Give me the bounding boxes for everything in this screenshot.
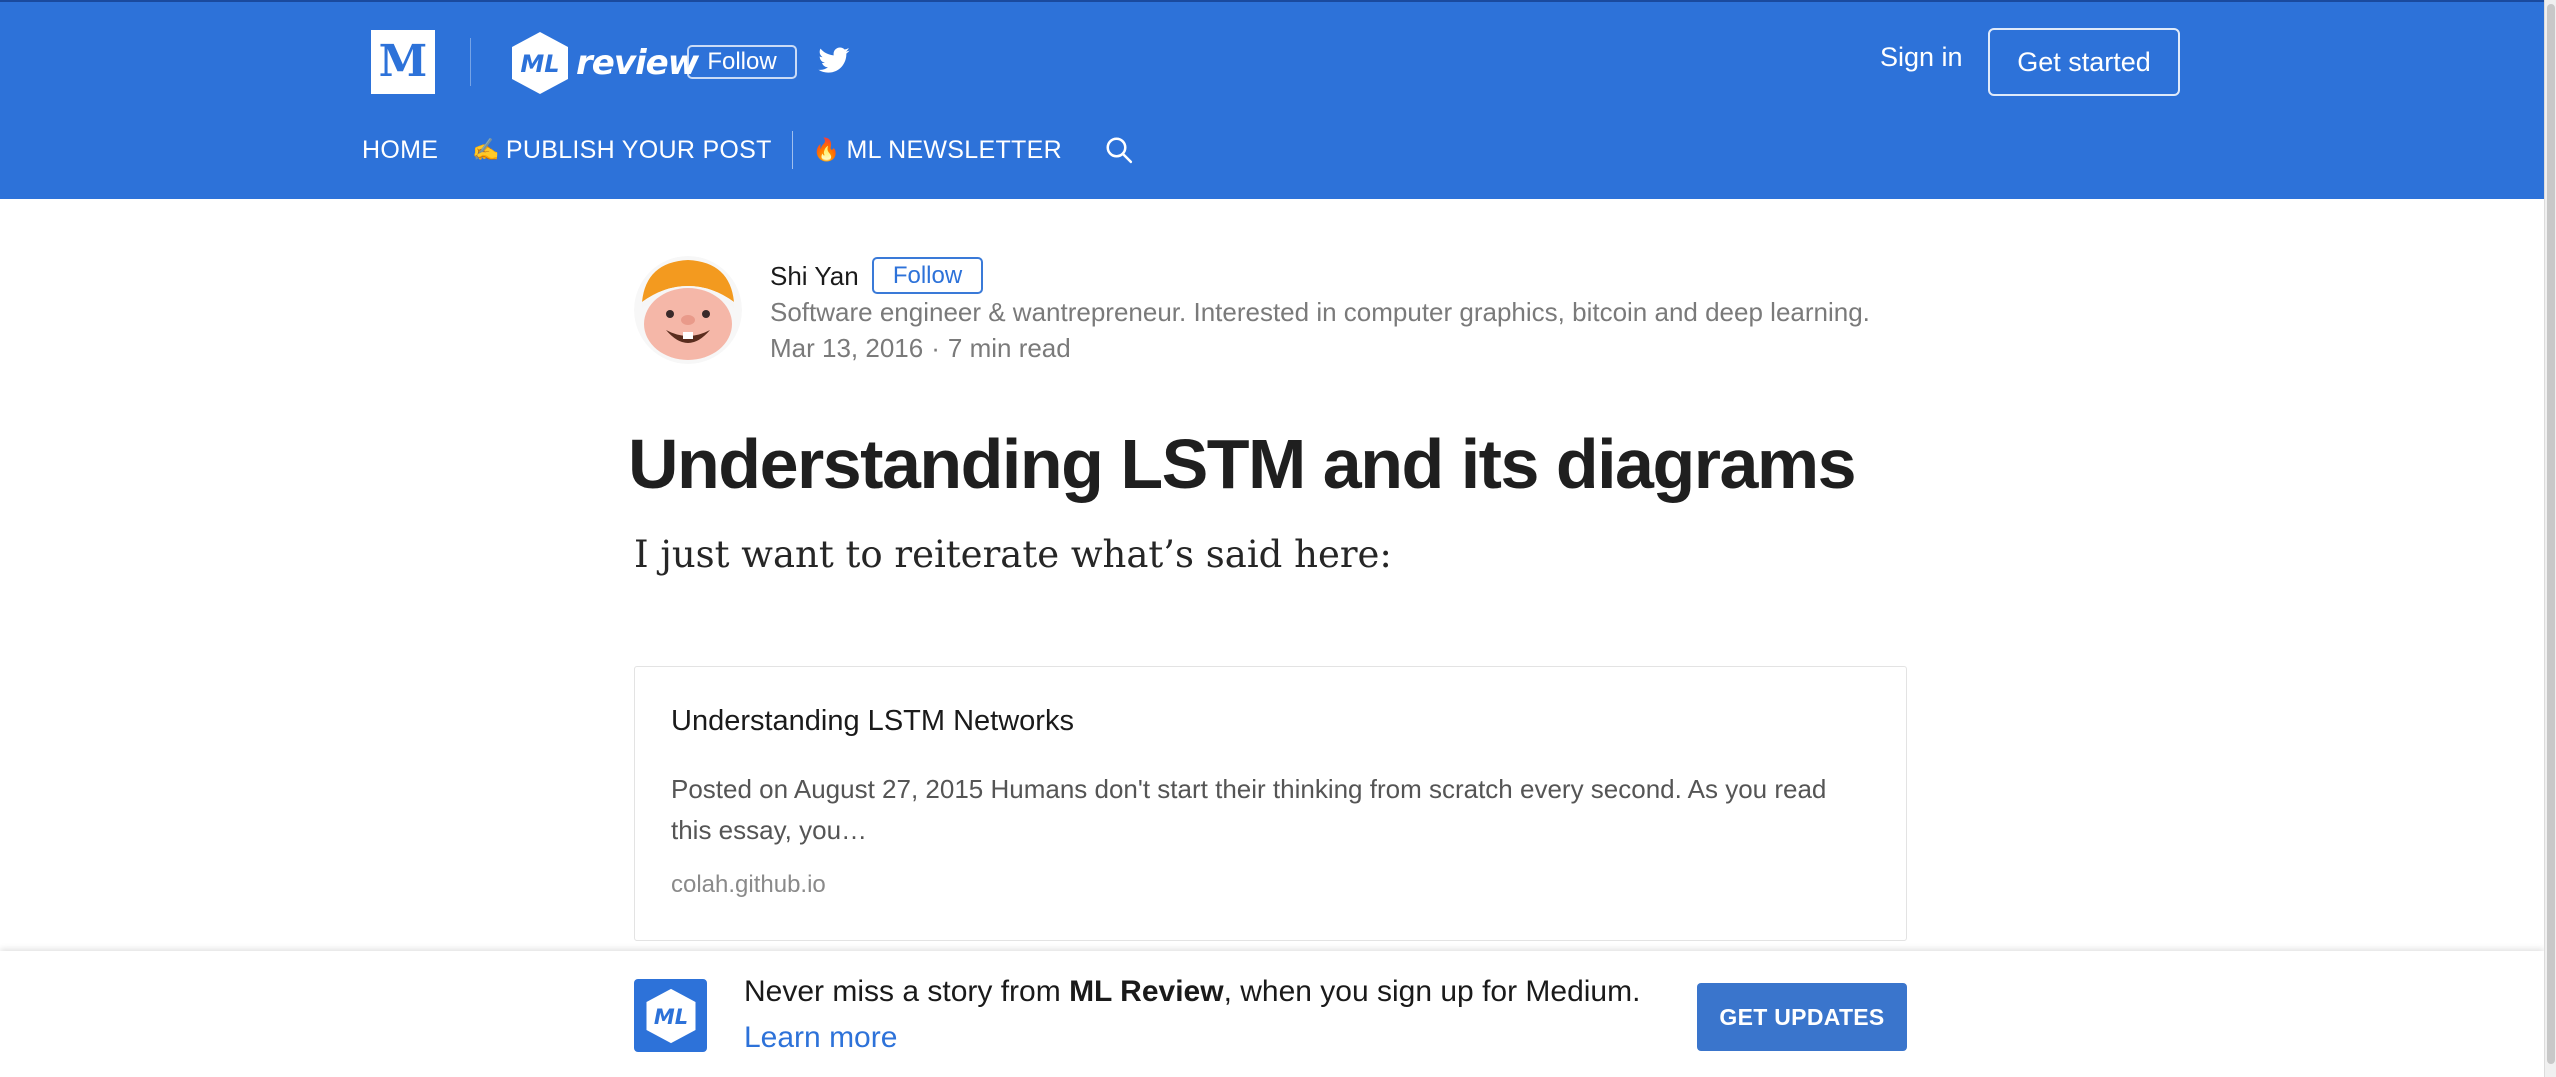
post-date[interactable]: Mar 13, 2016 — [770, 333, 923, 363]
nav-item-publish[interactable]: ✍ PUBLISH YOUR POST — [472, 136, 772, 165]
publication-hex-icon: ML — [512, 32, 568, 94]
signup-banner: ML Never miss a story from ML Review, wh… — [0, 951, 2544, 1077]
fire-icon: 🔥 — [812, 137, 841, 162]
get-updates-button[interactable]: GET UPDATES — [1697, 983, 1907, 1051]
banner-message: Never miss a story from ML Review, when … — [744, 975, 1640, 1009]
page-scrollbar[interactable] — [2544, 0, 2556, 1077]
read-time: 7 min read — [947, 333, 1071, 363]
learn-more-link[interactable]: Learn more — [744, 1021, 897, 1055]
scrollbar-thumb[interactable] — [2547, 4, 2555, 1064]
nav-item-home[interactable]: HOME — [362, 136, 438, 165]
medium-logo[interactable]: M — [371, 30, 435, 94]
publication-logo[interactable]: ML review — [508, 30, 699, 96]
embed-description: Posted on August 27, 2015 Humans don't s… — [671, 774, 1827, 845]
link-embed-card[interactable]: Understanding LSTM Networks Posted on Au… — [634, 666, 1907, 941]
article-lead: I just want to reiterate what’s said her… — [634, 533, 1392, 576]
post-meta: Mar 13, 2016 · 7 min read — [770, 333, 1071, 364]
article-title: Understanding LSTM and its diagrams — [628, 425, 1857, 503]
banner-publication-name: ML Review — [1069, 975, 1224, 1008]
svg-text:ML: ML — [520, 50, 559, 78]
nav-item-newsletter[interactable]: 🔥 ML NEWSLETTER — [813, 136, 1062, 165]
svg-text:ML: ML — [653, 1004, 687, 1028]
twitter-icon[interactable] — [815, 44, 853, 78]
nav-item-publish-label: PUBLISH YOUR POST — [505, 135, 772, 164]
get-started-button[interactable]: Get started — [1988, 28, 2180, 96]
signin-link[interactable]: Sign in — [1880, 42, 1963, 73]
banner-publication-logo[interactable]: ML — [634, 979, 707, 1052]
banner-hex-icon: ML — [646, 988, 695, 1043]
author-avatar[interactable] — [634, 256, 742, 364]
embed-title: Understanding LSTM Networks — [671, 705, 1074, 737]
banner-text-before: Never miss a story from — [744, 975, 1070, 1008]
medium-logo-letter: M — [378, 36, 428, 87]
author-bio: Software engineer & wantrepreneur. Inter… — [770, 297, 1870, 327]
banner-text-after: , when you sign up for Medium. — [1223, 975, 1641, 1008]
publication-wordmark: review — [576, 43, 699, 83]
meta-separator: · — [931, 333, 940, 363]
top-header: M ML review Follow Sign in Get started H… — [0, 0, 2544, 199]
nav-divider — [791, 131, 793, 169]
author-follow-button[interactable]: Follow — [872, 257, 983, 294]
nav-item-newsletter-label: ML NEWSLETTER — [846, 135, 1062, 164]
nav-item-home-label: HOME — [362, 135, 439, 164]
publication-nav: HOME ✍ PUBLISH YOUR POST 🔥 ML NEWSLETTER — [362, 130, 1134, 170]
header-divider — [470, 38, 471, 86]
writing-hand-icon: ✍ — [472, 137, 500, 162]
search-icon[interactable] — [1104, 135, 1134, 165]
publication-follow-button[interactable]: Follow — [687, 45, 797, 79]
embed-domain: colah.github.io — [671, 871, 826, 898]
author-name[interactable]: Shi Yan — [770, 261, 859, 292]
